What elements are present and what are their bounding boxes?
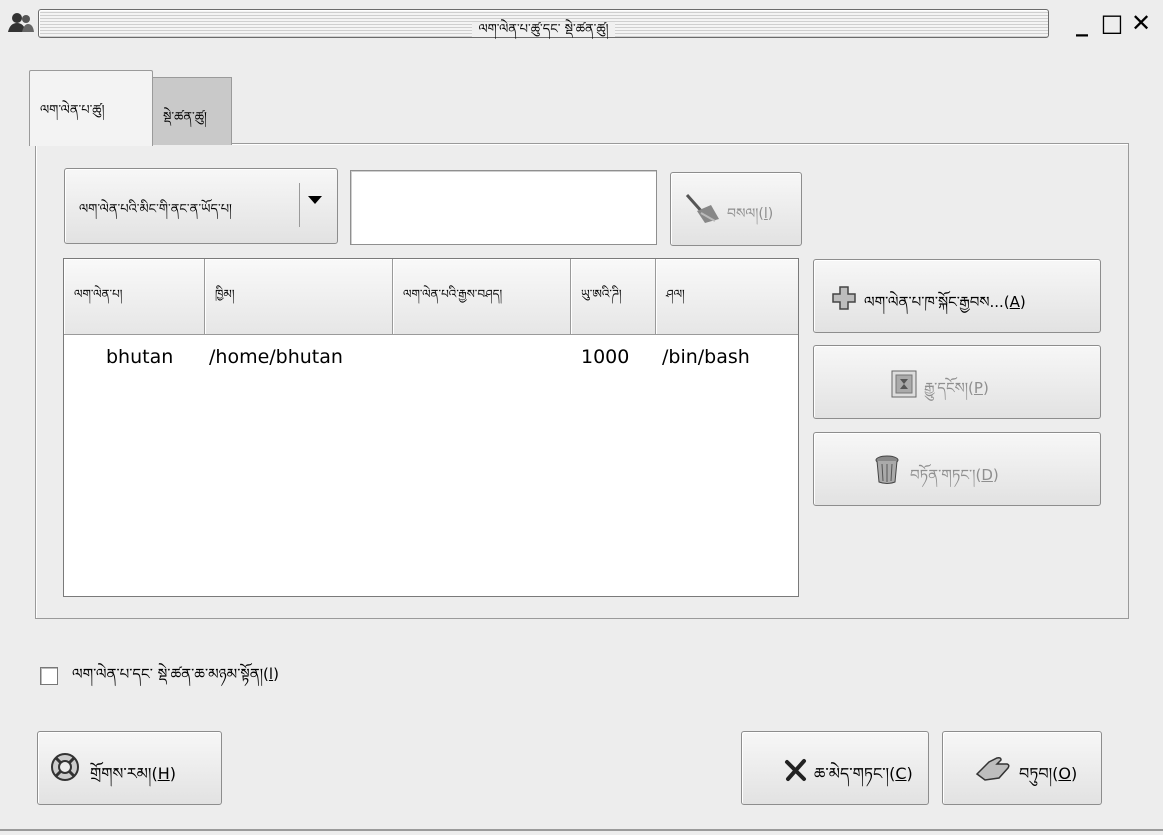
properties-icon (891, 370, 917, 402)
search-input[interactable] (350, 170, 657, 245)
filter-combo[interactable]: ལག་ལེན་པའི་མིང་གི་ནང་ན་ཡོད་པ། (64, 168, 338, 244)
app-icon[interactable] (6, 12, 36, 34)
cell-shell: /bin/bash (662, 346, 750, 368)
title-field[interactable]: ལག་ལེན་པ་ཚུ་དང་ སྡེ་ཚན་ཚུ། (38, 9, 1049, 38)
column-header-home[interactable]: ཁྱིམ། (205, 259, 393, 335)
clear-button[interactable]: བསལ།(l) (670, 172, 802, 246)
window-title: ལག་ལེན་པ་ཚུ་དང་ སྡེ་ཚན་ཚུ། (472, 22, 615, 37)
ok-button[interactable]: བཏུབ།(O) (942, 731, 1102, 805)
x-icon (784, 758, 808, 786)
column-header-uid[interactable]: ཡུ་ཨའི་ཌི། (571, 259, 656, 335)
user-table[interactable]: ལག་ལེན་པ། ཁྱིམ། ལག་ལེན་པའི་རྒྱས་བཤད། ཡུ་… (63, 258, 799, 597)
tab-groups[interactable]: སྡེ་ཚན་ཚུ། (152, 77, 232, 145)
tab-groups-label: སྡེ་ཚན་ཚུ། (163, 110, 207, 125)
cancel-label: ཆ་མེད་གཏང་།(C) (814, 764, 913, 783)
lifebuoy-icon (50, 752, 80, 786)
broom-icon (683, 191, 721, 225)
cell-uid: 1000 (581, 346, 630, 368)
add-user-label: ལག་ལེན་པ་ཁ་སྐོང་རྒྱབས...(A) (864, 293, 1026, 311)
clear-button-label: བསལ།(l) (727, 206, 774, 222)
plus-icon (832, 286, 856, 314)
trash-icon (874, 455, 900, 489)
column-header-shell[interactable]: ཤལ། (656, 259, 798, 335)
help-button[interactable]: གྲོགས་རམ།(H) (37, 731, 222, 805)
cell-user: bhutan (106, 346, 174, 368)
tab-users[interactable]: ལག་ལེན་པ་ཚུ། (29, 70, 153, 146)
ok-label: བཏུབ།(O) (1019, 764, 1078, 783)
ok-hand-icon (975, 754, 1011, 786)
close-button[interactable]: ✕ (1127, 11, 1155, 39)
tab-users-label: ལག་ལེན་པ་ཚུ། (40, 103, 105, 118)
delete-label: བཏོན་གཏང་།(D) (910, 466, 999, 484)
combo-separator (299, 183, 300, 227)
chevron-down-icon (307, 191, 323, 210)
properties-button[interactable]: རྒྱུ་དངོས།(P) (813, 345, 1101, 419)
properties-label: རྒྱུ་དངོས།(P) (924, 379, 989, 397)
help-label: གྲོགས་རམ།(H) (90, 764, 176, 783)
cell-home: /home/bhutan (209, 346, 343, 368)
filter-combo-label: ལག་ལེན་པའི་མིང་གི་ནང་ན་ཡོད་པ། (79, 202, 232, 217)
maximize-button[interactable]: □ (1098, 11, 1126, 39)
minimize-button[interactable]: _ (1068, 11, 1096, 39)
cancel-button[interactable]: ཆ་མེད་གཏང་།(C) (741, 731, 929, 805)
show-all-checkbox[interactable] (40, 667, 58, 685)
window-bottom-border (0, 829, 1163, 831)
column-header-fullname[interactable]: ལག་ལེན་པའི་རྒྱས་བཤད། (393, 259, 571, 335)
show-all-label[interactable]: ལག་ལེན་པ་དང་ སྡེ་ཚན་ཆ་མཉམ་སྟོན།(l) (72, 658, 279, 700)
add-user-button[interactable]: ལག་ལེན་པ་ཁ་སྐོང་རྒྱབས...(A) (813, 259, 1101, 333)
delete-button[interactable]: བཏོན་གཏང་།(D) (813, 432, 1101, 506)
column-header-user[interactable]: ལག་ལེན་པ། (64, 259, 205, 335)
